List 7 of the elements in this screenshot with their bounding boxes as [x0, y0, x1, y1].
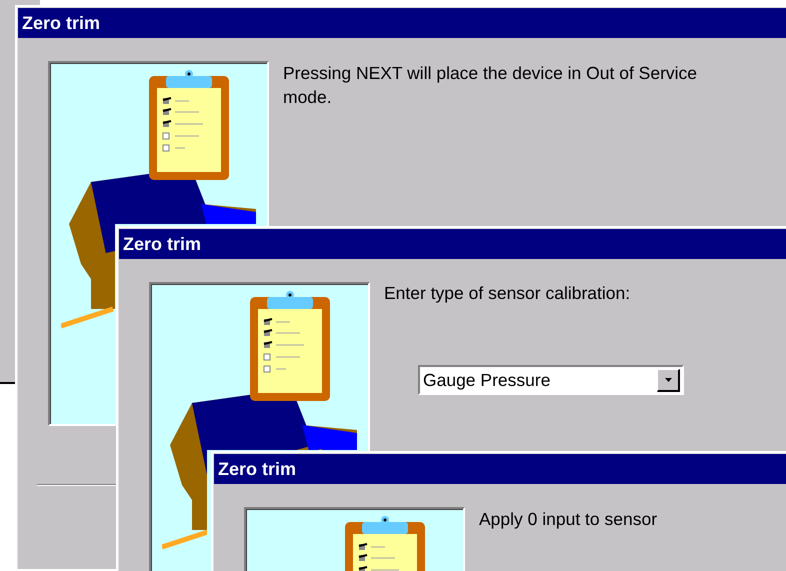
window-title: Zero trim: [214, 454, 786, 484]
instruction-text: Pressing NEXT will place the device in Out of Service mode.: [283, 62, 698, 109]
instruction-text: Apply 0 input to sensor: [479, 508, 658, 531]
window-title: Zero trim: [119, 229, 786, 259]
window-title: Zero trim: [18, 8, 786, 38]
instruction-text: Enter type of sensor calibration:: [384, 282, 632, 305]
calibration-type-dropdown[interactable]: Gauge Pressure: [418, 365, 684, 395]
